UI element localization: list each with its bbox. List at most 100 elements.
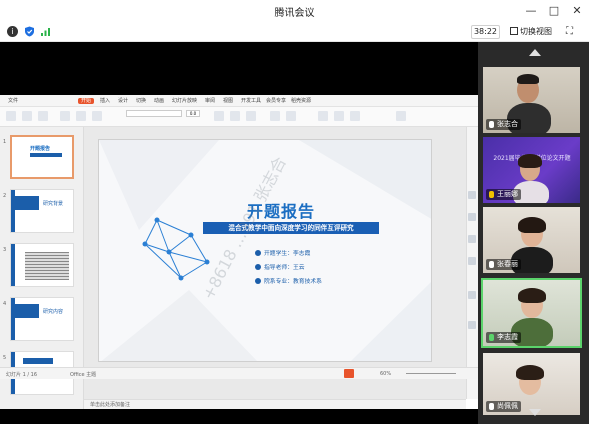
slide-thumbnail[interactable]: 研究背景 xyxy=(10,189,74,233)
meeting-window: 腾讯会议 — □ ✕ i 38:22 切换视图 ⛶ 文件 开始 插入 设计 切换… xyxy=(0,0,589,424)
minimize-button[interactable]: — xyxy=(523,3,539,19)
arrange-icon[interactable] xyxy=(286,111,296,121)
main-stage: 文件 开始 插入 设计 切换 动画 幻灯片放映 审阅 视图 开发工具 会员专享 … xyxy=(0,42,478,424)
participant-name: 张志合 xyxy=(497,120,518,128)
fullscreen-icon[interactable]: ⛶ xyxy=(566,25,578,39)
menu-item[interactable]: 动画 xyxy=(154,98,164,104)
shield-icon[interactable] xyxy=(24,26,35,37)
scroll-down-icon[interactable] xyxy=(529,409,541,416)
menu-item[interactable]: 会员专享 xyxy=(266,98,286,104)
participant-name-tag: 张志合 xyxy=(486,119,521,130)
tool-icon[interactable] xyxy=(468,213,476,221)
scroll-up-icon[interactable] xyxy=(529,49,541,56)
presentation-status-bar: 幻灯片 1 / 16 Office 主题 60% xyxy=(0,367,478,379)
thumb-accent-bar xyxy=(11,244,15,286)
tool-icon[interactable] xyxy=(468,235,476,243)
tool-icon[interactable] xyxy=(468,291,476,299)
thumb-block xyxy=(15,304,39,318)
theme-name: Office 主题 xyxy=(70,372,97,378)
participants-panel: 张志合 2021届毕业生 学位论文开题 王丽娜 张春丽 李志霞 尚佩佩 xyxy=(478,42,589,424)
participant-name: 王丽娜 xyxy=(497,190,518,198)
menu-item[interactable]: 开发工具 xyxy=(241,98,261,104)
slide-thumbnail[interactable]: 开题报告 xyxy=(10,135,74,179)
replace-icon[interactable] xyxy=(350,111,360,121)
participant-tile[interactable]: 李志霞 xyxy=(481,278,582,348)
menu-item[interactable]: 幻灯片放映 xyxy=(172,98,197,104)
menu-item[interactable]: 文件 xyxy=(8,98,18,104)
participant-name-tag: 王丽娜 xyxy=(486,189,521,200)
participant-hair xyxy=(516,365,544,380)
paste-icon[interactable] xyxy=(6,111,16,121)
participant-name: 张春丽 xyxy=(497,260,518,268)
ribbon-toolbar: 0.0 xyxy=(0,107,478,127)
thumb-number: 3 xyxy=(3,247,7,253)
participant-tile[interactable]: 张春丽 xyxy=(483,207,580,273)
participant-name: 尚佩佩 xyxy=(497,402,518,410)
font-size-field[interactable]: 0.0 xyxy=(186,110,200,117)
tool-icon[interactable] xyxy=(468,257,476,265)
text-outline-icon[interactable] xyxy=(334,111,344,121)
maximize-button[interactable]: □ xyxy=(546,3,562,19)
thumb-number: 1 xyxy=(3,139,7,145)
play-icon[interactable] xyxy=(344,369,354,378)
switch-view-label: 切换视图 xyxy=(520,27,552,36)
menu-item[interactable]: 开始 xyxy=(78,98,95,104)
slide-thumbnail[interactable] xyxy=(10,243,74,287)
menu-item[interactable]: 设计 xyxy=(118,98,128,104)
grid-icon xyxy=(510,27,518,35)
mic-icon xyxy=(489,403,494,410)
thumb-title: 研究背景 xyxy=(43,201,64,207)
menu-item[interactable]: 插入 xyxy=(100,98,110,104)
participant-name-tag: 张春丽 xyxy=(486,259,521,270)
menu-item[interactable]: 切换 xyxy=(136,98,146,104)
menu-item[interactable]: 视图 xyxy=(223,98,233,104)
signal-icon[interactable] xyxy=(40,26,51,37)
app-title: 腾讯会议 xyxy=(274,8,315,19)
thumb-block xyxy=(23,358,53,364)
menu-item[interactable]: 稻壳资源 xyxy=(291,98,311,104)
thumb-title: 开题报告 xyxy=(30,146,51,152)
select-icon[interactable] xyxy=(396,111,406,121)
participant-tile[interactable]: 2021届毕业生 学位论文开题 王丽娜 xyxy=(483,137,580,203)
participant-tile[interactable]: 尚佩佩 xyxy=(483,353,580,415)
participant-tile[interactable]: 张志合 xyxy=(483,67,580,133)
thumb-title: 研究内容 xyxy=(43,309,64,315)
align-icon[interactable] xyxy=(214,111,224,121)
thumb-number: 2 xyxy=(3,193,7,199)
zoom-level: 60% xyxy=(380,371,392,377)
font-selector[interactable] xyxy=(126,110,182,117)
info-icon[interactable]: i xyxy=(7,26,18,37)
thumb-table xyxy=(25,252,69,280)
student-text: 开题学生：李志霞 xyxy=(264,251,311,257)
participant-name-tag: 李志霞 xyxy=(486,332,521,343)
notes-pane[interactable]: 单击此处添加备注 xyxy=(84,399,466,409)
slide-info-major: 院系专业：教育技术系 xyxy=(255,276,322,285)
list-icon[interactable] xyxy=(230,111,240,121)
layout-icon[interactable] xyxy=(76,111,86,121)
close-button[interactable]: ✕ xyxy=(569,3,585,19)
section-icon[interactable] xyxy=(92,111,102,121)
text-fill-icon[interactable] xyxy=(318,111,328,121)
menu-item[interactable]: 审阅 xyxy=(205,98,215,104)
advisor-text: 指导老师：王云 xyxy=(264,265,305,271)
tool-icon[interactable] xyxy=(468,191,476,199)
shape-icon[interactable] xyxy=(270,111,280,121)
tool-icon[interactable] xyxy=(468,321,476,329)
zoom-slider[interactable] xyxy=(406,373,456,374)
pen-icon xyxy=(255,264,261,270)
meeting-toolbar: i 38:22 切换视图 ⛶ xyxy=(0,22,589,42)
slide-thumbnail[interactable]: 研究内容 xyxy=(10,297,74,341)
new-slide-icon[interactable] xyxy=(60,111,70,121)
participant-hair xyxy=(518,288,546,303)
major-text: 院系专业：教育技术系 xyxy=(264,279,322,285)
text-box-icon[interactable] xyxy=(246,111,256,121)
thumb-subtitle-bar xyxy=(30,153,62,157)
participant-hair xyxy=(518,217,546,233)
cut-icon[interactable] xyxy=(22,111,32,121)
switch-view-button[interactable]: 切换视图 xyxy=(510,25,552,39)
slide-info-student: 开题学生：李志霞 xyxy=(255,248,310,257)
muted-icon xyxy=(489,191,494,198)
slide-counter: 幻灯片 1 / 16 xyxy=(6,372,37,378)
format-painter-icon[interactable] xyxy=(38,111,48,121)
globe-icon xyxy=(255,278,261,284)
